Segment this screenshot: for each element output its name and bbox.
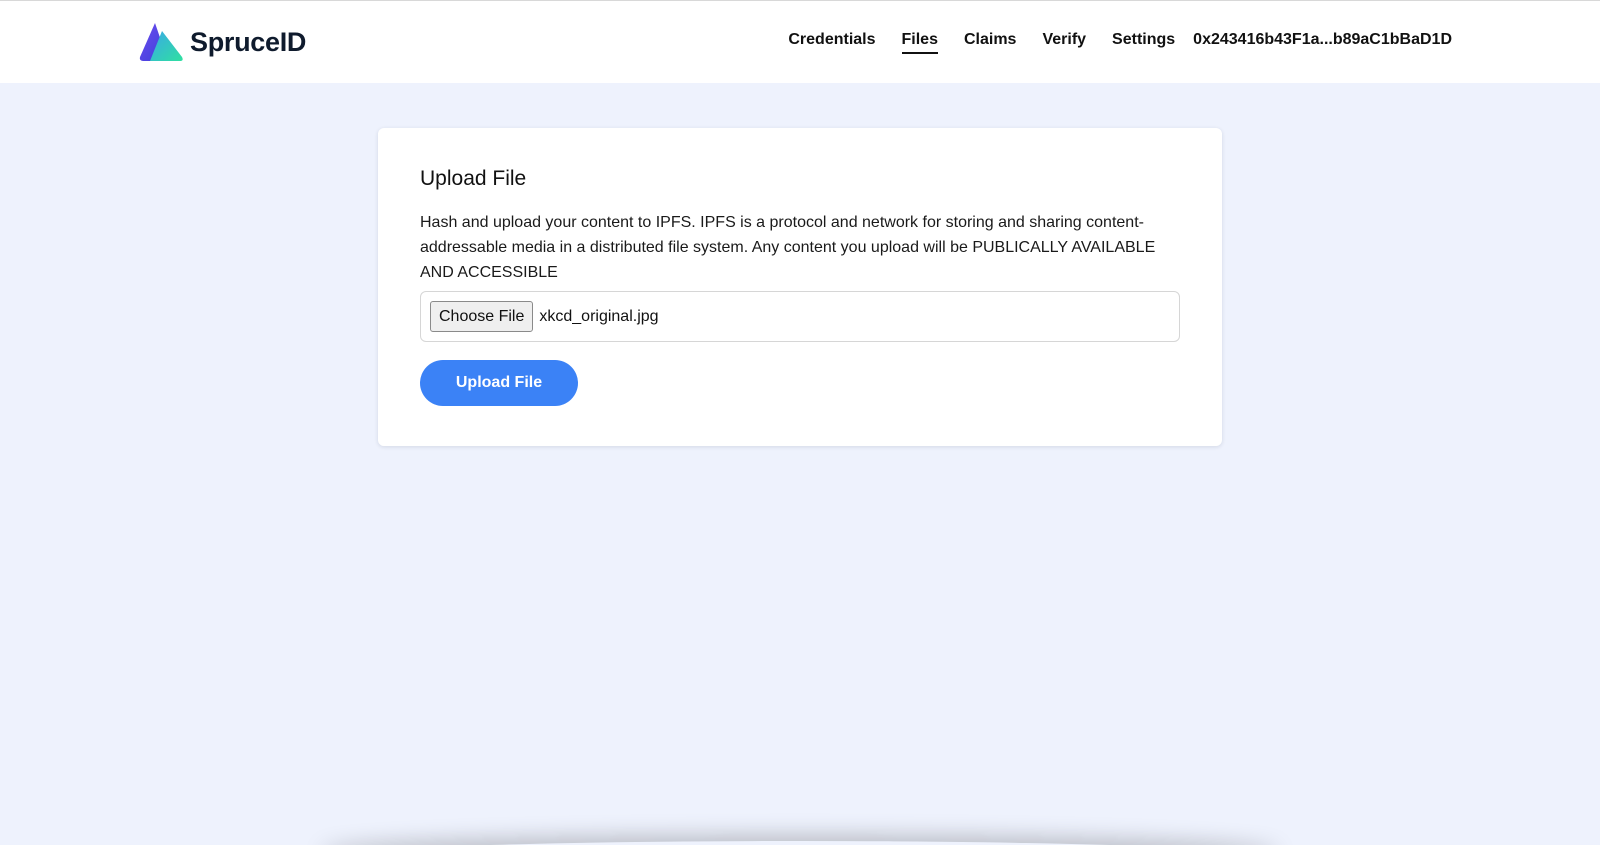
nav-item-settings[interactable]: Settings xyxy=(1112,31,1175,54)
card-description: Hash and upload your content to IPFS. IP… xyxy=(420,214,1156,281)
app-window: SpruceID Credentials Files Claims Verify… xyxy=(0,0,1600,845)
nav-item-verify[interactable]: Verify xyxy=(1042,31,1086,54)
nav-item-credentials[interactable]: Credentials xyxy=(788,31,875,54)
main-navigation: Credentials Files Claims Verify Settings… xyxy=(788,31,1452,54)
brand-name: SpruceID xyxy=(190,26,307,57)
upload-file-button[interactable]: Upload File xyxy=(420,360,578,406)
top-nav-bar: SpruceID Credentials Files Claims Verify… xyxy=(0,1,1600,83)
nav-item-claims[interactable]: Claims xyxy=(964,31,1016,54)
nav-item-files[interactable]: Files xyxy=(901,31,938,54)
upload-file-card: Upload File Hash and upload your content… xyxy=(378,128,1222,446)
wallet-address[interactable]: 0x243416b43F1a...b89aC1bBaD1D xyxy=(1193,31,1452,54)
brand-logo[interactable]: SpruceID xyxy=(138,21,306,63)
selected-file-name: xkcd_original.jpg xyxy=(539,307,659,325)
spruce-triangle-logo-icon xyxy=(139,23,183,61)
card-title: Upload File xyxy=(420,167,527,190)
bottom-edge-shadow xyxy=(320,841,1280,845)
choose-file-button[interactable]: Choose File xyxy=(430,301,534,332)
file-input-field[interactable]: Choose File xkcd_original.jpg xyxy=(420,291,1180,342)
